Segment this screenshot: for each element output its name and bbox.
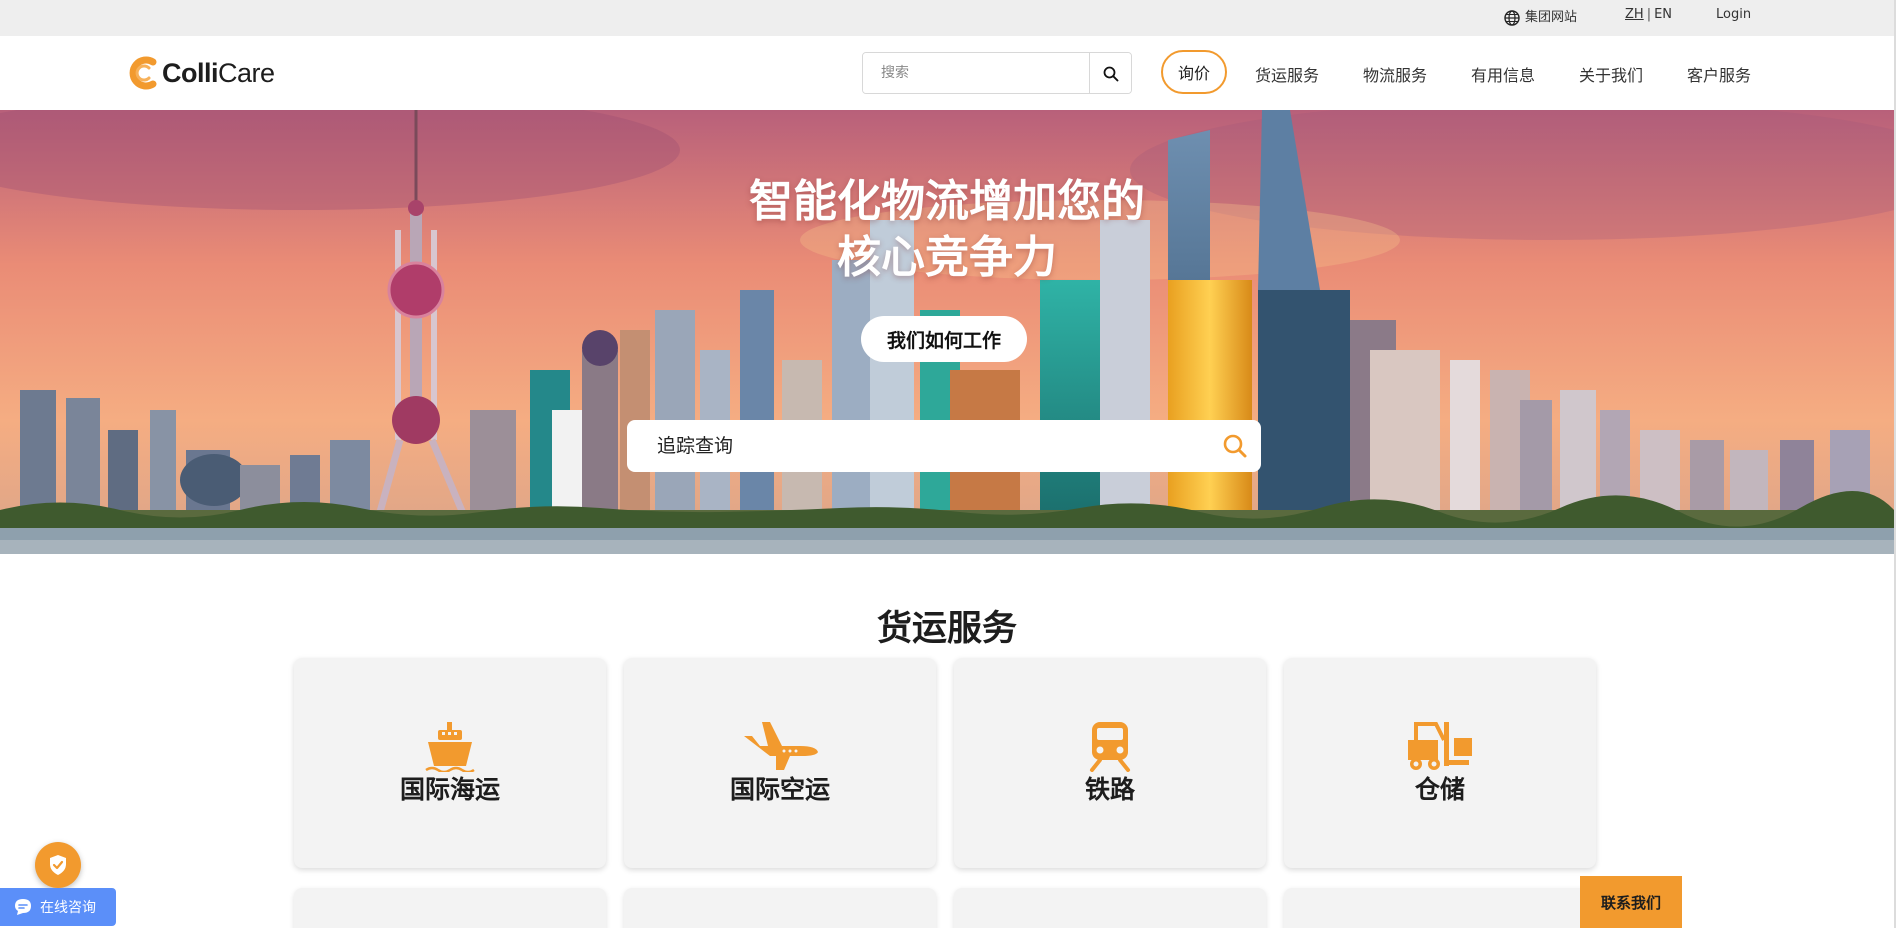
hero-title-line-2: 核心竞争力 xyxy=(837,232,1057,283)
nav-quote-button[interactable]: 询价 xyxy=(1161,50,1228,94)
site-search xyxy=(862,52,1132,94)
nav-useful-info[interactable]: 有用信息 xyxy=(1471,62,1535,86)
nav-logistics-services[interactable]: 物流服务 xyxy=(1363,62,1427,86)
privacy-shield-button[interactable] xyxy=(35,842,81,888)
service-card-row2[interactable] xyxy=(294,888,606,928)
globe-icon xyxy=(1504,10,1520,26)
service-card-rail[interactable]: 铁路 xyxy=(954,658,1266,868)
hero-title-line-1: 智能化物流增加您的 xyxy=(749,176,1145,227)
airplane-icon xyxy=(624,720,936,772)
online-chat-button[interactable]: 在线咨询 xyxy=(0,888,116,926)
tracking-search-button[interactable] xyxy=(1209,420,1261,472)
hero-banner: 智能化物流增加您的 核心竞争力 我们如何工作 xyxy=(0,110,1894,554)
service-card-label: 国际空运 xyxy=(729,775,830,804)
main-nav: 询价 xyxy=(1161,50,1228,94)
logo[interactable]: ColliCare xyxy=(126,53,275,93)
service-card-row2[interactable] xyxy=(624,888,936,928)
nav-customer-service[interactable]: 客户服务 xyxy=(1687,62,1751,86)
tracking-search xyxy=(627,420,1261,472)
group-site-link[interactable]: 集团网站 xyxy=(1504,0,1577,36)
search-icon xyxy=(1223,434,1247,458)
logo-mark-icon xyxy=(129,56,157,90)
online-chat-label: 在线咨询 xyxy=(40,900,96,916)
service-card-warehousing[interactable]: 仓储 xyxy=(1284,658,1596,868)
nav-about-us[interactable]: 关于我们 xyxy=(1579,62,1643,86)
search-icon xyxy=(1103,66,1118,82)
site-header: ColliCare 询价 货运服务 物流服务 有用信息 关于我们 客户服务 xyxy=(0,36,1896,110)
utility-bar: 集团网站 ZH | EN Login xyxy=(0,0,1896,36)
shield-check-icon xyxy=(50,855,66,875)
service-card-label: 国际海运 xyxy=(399,775,500,804)
train-icon xyxy=(954,720,1266,772)
services-section-title: 货运服务 xyxy=(876,609,1017,649)
service-card-row2[interactable] xyxy=(1284,888,1596,928)
service-card-sea-freight[interactable]: 国际海运 xyxy=(294,658,606,868)
logo-text: ColliCare xyxy=(162,57,275,88)
chat-bubble-icon xyxy=(15,899,31,915)
ship-icon xyxy=(294,720,606,772)
login-link[interactable]: Login xyxy=(1716,0,1751,36)
service-card-row2[interactable] xyxy=(954,888,1266,928)
lang-separator: | xyxy=(1646,7,1652,22)
lang-en-link[interactable]: EN xyxy=(1654,7,1672,22)
service-card-air-freight[interactable]: 国际空运 xyxy=(624,658,936,868)
nav-freight-services[interactable]: 货运服务 xyxy=(1255,62,1319,86)
service-card-label: 仓储 xyxy=(1414,775,1465,804)
language-switch: ZH | EN xyxy=(1625,0,1672,36)
how-we-work-button[interactable]: 我们如何工作 xyxy=(861,316,1027,362)
search-button[interactable] xyxy=(1089,53,1131,93)
lang-zh-link[interactable]: ZH xyxy=(1625,7,1644,22)
contact-us-button[interactable]: 联系我们 xyxy=(1580,876,1682,928)
search-input[interactable] xyxy=(863,53,1089,93)
tracking-input[interactable] xyxy=(627,435,1209,457)
group-site-label: 集团网站 xyxy=(1525,10,1578,25)
service-card-label: 铁路 xyxy=(1084,775,1135,804)
forklift-icon xyxy=(1284,720,1596,772)
hero-title: 智能化物流增加您的 核心竞争力 xyxy=(0,174,1894,286)
